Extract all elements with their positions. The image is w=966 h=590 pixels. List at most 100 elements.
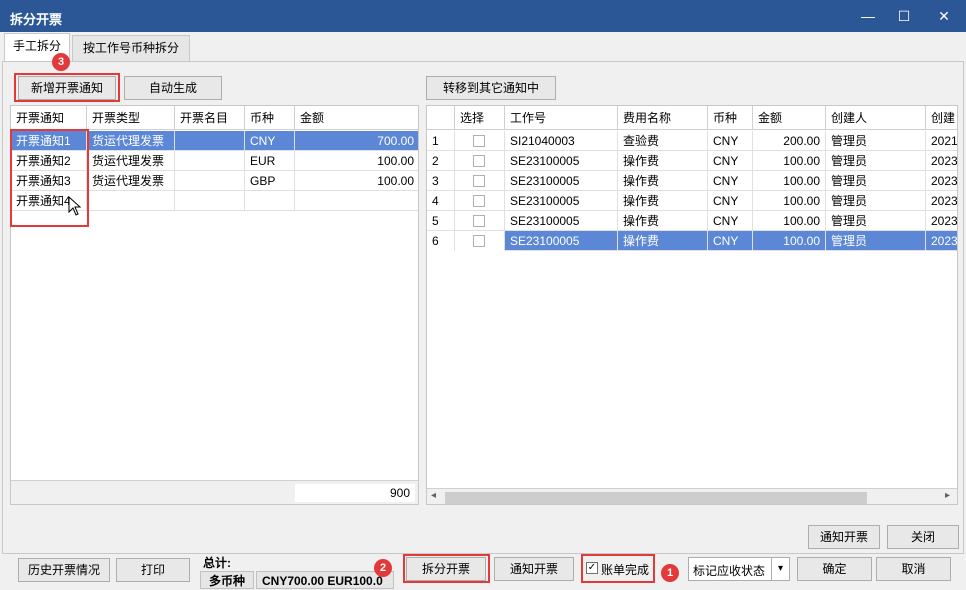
table-row[interactable]: 6 SE23100005 操作费 CNY 100.00 管理员 2023 [427, 231, 957, 251]
select-checkbox[interactable] [473, 135, 485, 147]
col-header-fee-name[interactable]: 费用名称 [618, 106, 708, 130]
cell-invoice-type: 货运代理发票 [87, 131, 175, 151]
invoice-history-button[interactable]: 历史开票情况 [18, 558, 110, 582]
cell-fee-name: 操作费 [618, 231, 708, 251]
panel-notify-invoice-button[interactable]: 通知开票 [808, 525, 880, 549]
col-header-currency[interactable]: 币种 [708, 106, 753, 130]
cell-amount: 100.00 [295, 171, 418, 191]
auto-generate-button[interactable]: 自动生成 [124, 76, 222, 100]
cell-index: 5 [427, 211, 455, 231]
notice-grid-header: 开票通知 开票类型 开票名目 币种 金额 [11, 106, 418, 130]
receivable-status-select[interactable]: 标记应收状态 ▾ [688, 557, 790, 581]
cell-index: 6 [427, 231, 455, 251]
select-checkbox[interactable] [473, 155, 485, 167]
cell-select [455, 151, 505, 171]
table-row[interactable]: 5 SE23100005 操作费 CNY 100.00 管理员 2023 [427, 211, 957, 231]
col-header-index [427, 106, 455, 130]
scroll-right-icon[interactable]: ▸ [945, 490, 950, 501]
cell-job-no: SI21040003 [505, 131, 618, 151]
col-header-notice[interactable]: 开票通知 [11, 106, 87, 130]
panel-close-button[interactable]: 关闭 [887, 525, 959, 549]
cell-amount: 100.00 [753, 191, 826, 211]
cell-currency: CNY [708, 191, 753, 211]
cell-invoice-type: 货运代理发票 [87, 151, 175, 171]
cell-job-no: SE23100005 [505, 151, 618, 171]
cell-invoice-item [175, 191, 245, 211]
move-to-other-notice-button[interactable]: 转移到其它通知中 [426, 76, 556, 100]
cell-job-no: SE23100005 [505, 171, 618, 191]
col-header-invoice-type[interactable]: 开票类型 [87, 106, 175, 130]
scrollbar-thumb[interactable] [445, 492, 867, 504]
close-button[interactable]: ✕ [926, 4, 962, 28]
total-label: 总计: [203, 556, 231, 570]
cell-select [455, 211, 505, 231]
table-row[interactable]: 1 SI21040003 查验费 CNY 200.00 管理员 2021 [427, 131, 957, 151]
col-header-amount[interactable]: 金额 [295, 106, 418, 130]
print-button[interactable]: 打印 [116, 558, 190, 582]
col-header-created[interactable]: 创建 [926, 106, 957, 130]
col-header-invoice-item[interactable]: 开票名目 [175, 106, 245, 130]
tab-split-by-job-currency[interactable]: 按工作号币种拆分 [72, 35, 190, 61]
cell-invoice-item [175, 151, 245, 171]
horizontal-scrollbar[interactable]: ◂ ▸ [427, 488, 957, 504]
step-badge-3: 3 [52, 53, 70, 71]
cell-creator: 管理员 [826, 191, 926, 211]
cell-currency: CNY [708, 151, 753, 171]
table-row[interactable]: 3 SE23100005 操作费 CNY 100.00 管理员 2023 [427, 171, 957, 191]
col-header-select[interactable]: 选择 [455, 106, 505, 130]
charge-grid: 选择 工作号 费用名称 币种 金额 创建人 创建 1 SI21040003 查验… [426, 105, 958, 505]
col-header-amount[interactable]: 金额 [753, 106, 826, 130]
maximize-button[interactable]: ☐ [886, 4, 922, 28]
cell-select [455, 231, 505, 251]
cancel-button[interactable]: 取消 [876, 557, 951, 581]
confirm-button[interactable]: 确定 [797, 557, 872, 581]
highlight-box-bill [581, 554, 655, 583]
cell-creator: 管理员 [826, 131, 926, 151]
highlight-box-add [14, 73, 120, 102]
cell-select [455, 171, 505, 191]
scroll-left-icon[interactable]: ◂ [431, 490, 436, 501]
chevron-down-icon[interactable]: ▾ [771, 558, 789, 580]
cell-amount: 100.00 [753, 171, 826, 191]
cell-currency: EUR [245, 151, 295, 171]
cell-fee-name: 操作费 [618, 211, 708, 231]
cell-created: 2023 [926, 211, 957, 231]
cell-invoice-type [87, 191, 175, 211]
col-header-creator[interactable]: 创建人 [826, 106, 926, 130]
cell-amount: 100.00 [753, 231, 826, 251]
cell-created: 2023 [926, 151, 957, 171]
cell-created: 2021 [926, 131, 957, 151]
cell-invoice-item [175, 171, 245, 191]
select-checkbox[interactable] [473, 215, 485, 227]
col-header-job-no[interactable]: 工作号 [505, 106, 618, 130]
receivable-status-value: 标记应收状态 [693, 564, 766, 578]
cell-creator: 管理员 [826, 171, 926, 191]
bottom-notify-invoice-button[interactable]: 通知开票 [494, 557, 574, 581]
minimize-button[interactable]: — [850, 4, 886, 28]
title-bar: 拆分开票 — ☐ ✕ [0, 0, 966, 32]
cell-invoice-type: 货运代理发票 [87, 171, 175, 191]
step-badge-2: 2 [374, 559, 392, 577]
cell-select [455, 191, 505, 211]
select-checkbox[interactable] [473, 235, 485, 247]
cell-currency [245, 191, 295, 211]
cell-currency: CNY [708, 211, 753, 231]
cell-creator: 管理员 [826, 211, 926, 231]
select-checkbox[interactable] [473, 175, 485, 187]
table-row[interactable]: 2 SE23100005 操作费 CNY 100.00 管理员 2023 [427, 151, 957, 171]
cell-select [455, 131, 505, 151]
notice-grid-footer: 900 [11, 480, 418, 504]
cell-created: 2023 [926, 231, 957, 251]
col-header-currency[interactable]: 币种 [245, 106, 295, 130]
window-title: 拆分开票 [10, 12, 63, 27]
select-checkbox[interactable] [473, 195, 485, 207]
cell-currency: GBP [245, 171, 295, 191]
cell-amount: 700.00 [295, 131, 418, 151]
table-row[interactable]: 4 SE23100005 操作费 CNY 100.00 管理员 2023 [427, 191, 957, 211]
total-amount: 900 [295, 484, 415, 502]
cell-creator: 管理员 [826, 231, 926, 251]
charge-grid-header: 选择 工作号 费用名称 币种 金额 创建人 创建 [427, 106, 957, 130]
cell-job-no: SE23100005 [505, 191, 618, 211]
step-badge-1: 1 [661, 564, 679, 582]
cell-creator: 管理员 [826, 151, 926, 171]
